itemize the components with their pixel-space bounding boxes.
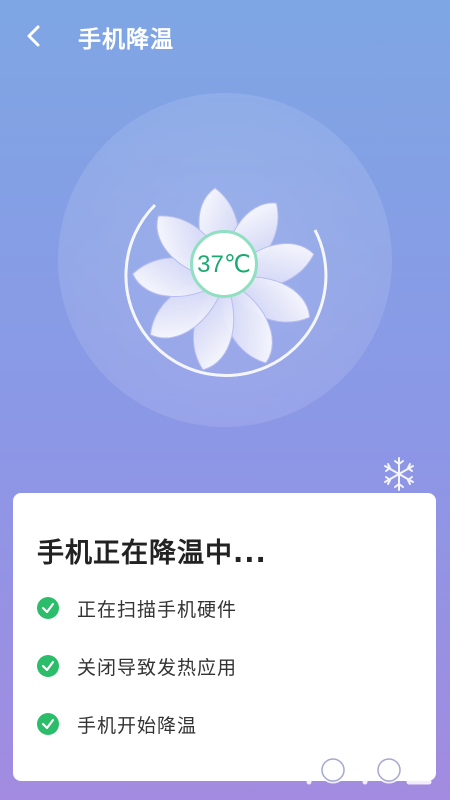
temperature-value: 37℃ xyxy=(197,250,251,278)
back-button[interactable] xyxy=(14,18,54,54)
watermark-logo xyxy=(296,749,432,785)
cooling-status-title: 手机正在降温中... xyxy=(37,538,267,569)
check-circle-icon xyxy=(37,655,59,677)
cooling-status-card: 手机正在降温中... 正在扫描手机硬件 关闭导致发热应用 手机开始降温 xyxy=(13,493,436,781)
status-step-label: 关闭导致发热应用 xyxy=(77,656,238,679)
top-bar: 手机降温 xyxy=(0,0,450,72)
check-circle-icon xyxy=(37,713,59,735)
back-chevron-icon xyxy=(27,25,40,47)
status-step: 正在扫描手机硬件 xyxy=(37,593,237,623)
status-step-label: 正在扫描手机硬件 xyxy=(77,598,238,621)
status-step-label: 手机开始降温 xyxy=(77,714,198,737)
status-step: 关闭导致发热应用 xyxy=(37,651,237,681)
temperature-badge: 37℃ xyxy=(190,230,258,298)
status-step: 手机开始降温 xyxy=(37,709,197,739)
check-circle-icon xyxy=(37,597,59,619)
page-title: 手机降温 xyxy=(78,27,174,53)
snowflake-icon xyxy=(384,457,414,491)
